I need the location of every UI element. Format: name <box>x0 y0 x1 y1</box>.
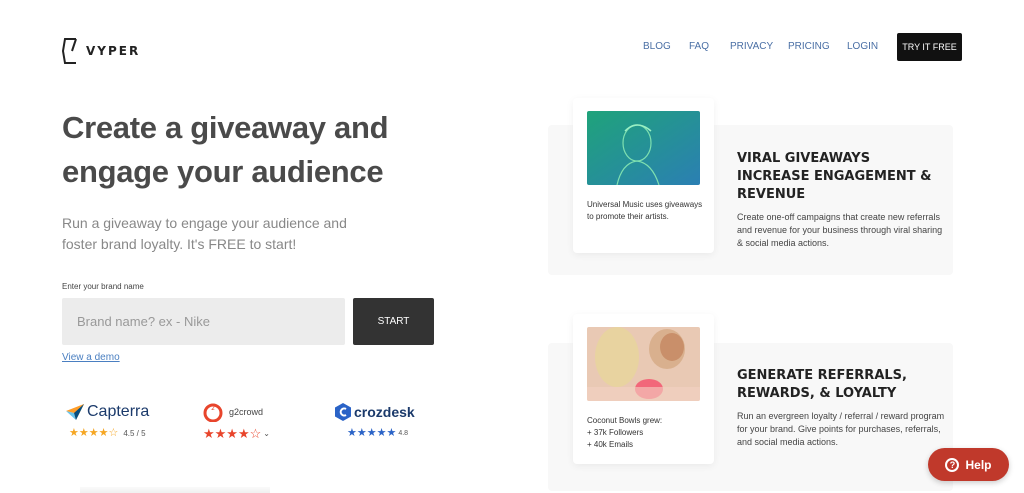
nav-pricing[interactable]: PRICING <box>788 41 830 52</box>
crozdesk-logo-icon <box>335 403 351 421</box>
case-study-line: + 40k Emails <box>587 440 634 449</box>
crozdesk-label: crozdesk <box>354 404 415 420</box>
brand-name-label: Enter your brand name <box>62 282 144 291</box>
view-demo-link[interactable]: View a demo <box>62 352 120 363</box>
case-study-card-coconut: Coconut Bowls grew: + 37k Followers + 40… <box>573 314 714 464</box>
case-study-line: + 37k Followers <box>587 428 644 437</box>
nav-login[interactable]: LOGIN <box>847 41 878 52</box>
feature-desc-referrals: Run an evergreen loyalty / referral / re… <box>737 411 945 447</box>
star-icon: ★★★★☆ <box>69 427 119 439</box>
g2crowd-rating[interactable]: 2 g2crowd ★★★★☆ ⌄ <box>203 402 270 441</box>
svg-text:2: 2 <box>211 405 215 412</box>
nav-blog[interactable]: BLOG <box>643 41 671 52</box>
case-study-card-universal: Universal Music uses giveaways to promot… <box>573 98 714 253</box>
chevron-down-icon: ⌄ <box>263 429 270 438</box>
capterra-rating[interactable]: Capterra ★★★★☆ 4.5 / 5 <box>66 402 149 439</box>
question-icon: ? <box>945 457 960 472</box>
star-icon: ★★★★★ <box>347 427 397 439</box>
case-study-text: Universal Music uses giveaways to promot… <box>587 200 703 221</box>
capterra-logo-icon <box>66 404 84 420</box>
brand-name-input[interactable]: Brand name? ex - Nike <box>62 298 345 345</box>
nav-privacy[interactable]: PRIVACY <box>730 41 773 52</box>
vyper-logo[interactable]: VYPER <box>62 38 140 64</box>
case-study-text: Coconut Bowls grew: + 37k Followers + 40… <box>587 415 707 451</box>
help-label: Help <box>965 457 992 472</box>
hero-subtitle: Run a giveaway to engage your audience a… <box>62 215 347 252</box>
capterra-label: Capterra <box>87 403 150 420</box>
case-study-line: Coconut Bowls grew: <box>587 416 663 425</box>
crozdesk-rating[interactable]: crozdesk ★★★★★ 4.8 <box>335 402 415 439</box>
bottom-divider <box>80 487 270 493</box>
g2crowd-label: g2crowd <box>229 407 264 417</box>
crozdesk-score: 4.8 <box>398 430 409 437</box>
vyper-logo-icon <box>62 38 77 64</box>
star-icon: ★★★★☆ <box>203 426 262 441</box>
feature-title-viral: VIRAL GIVEAWAYS INCREASE ENGAGEMENT & RE… <box>737 151 932 202</box>
capterra-score: 4.5 / 5 <box>123 429 146 438</box>
case-study-image <box>587 327 700 401</box>
case-study-image <box>587 111 700 185</box>
feature-title-referrals: GENERATE REFERRALS, REWARDS, & LOYALTY <box>737 368 907 401</box>
help-button[interactable]: ? Help <box>928 448 1009 481</box>
feature-desc-viral: Create one-off campaigns that create new… <box>737 212 943 248</box>
hero-title: Create a giveaway and engage your audien… <box>62 110 389 189</box>
try-it-free-button[interactable]: TRY IT FREE <box>897 33 962 61</box>
nav-faq[interactable]: FAQ <box>689 41 709 52</box>
start-button[interactable]: START <box>353 298 434 345</box>
logo-text: VYPER <box>86 44 141 58</box>
g2-logo-icon: 2 <box>203 403 223 422</box>
